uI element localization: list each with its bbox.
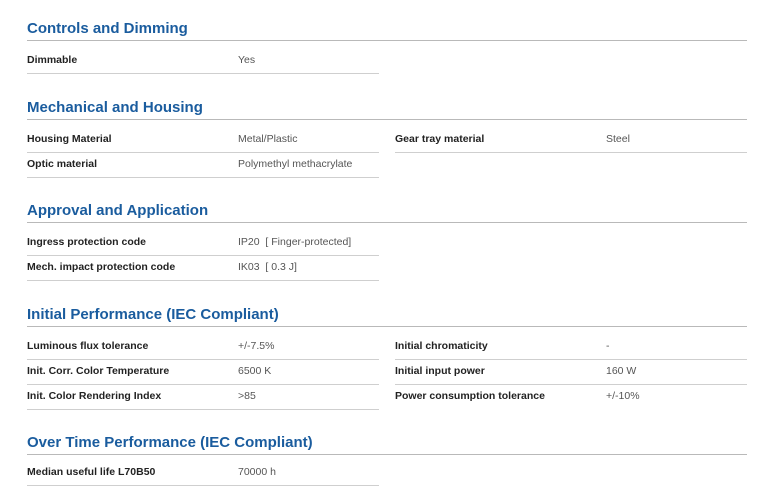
spec-value: IP20 [ Finger-protected] [238, 236, 352, 248]
spec-row: Luminous flux tolerance +/-7.5% [27, 334, 379, 360]
spec-label: Housing Material [27, 133, 112, 145]
section-title: Approval and Application [27, 202, 209, 219]
spec-value: Yes [238, 54, 256, 66]
spec-label: Luminous flux tolerance [27, 340, 149, 352]
spec-label: Ingress protection code [27, 236, 147, 248]
spec-label: Initial chromaticity [395, 340, 488, 352]
section-title: Mechanical and Housing [27, 99, 203, 116]
section-title: Initial Performance (IEC Compliant) [27, 306, 279, 323]
spec-row: Dimmable Yes [27, 48, 379, 74]
spec-row: Init. Color Rendering Index >85 [27, 384, 379, 410]
spec-label: Power consumption tolerance [395, 390, 545, 402]
spec-row: Optic material Polymethyl methacrylate [27, 152, 379, 178]
spec-value: Polymethyl methacrylate [238, 158, 353, 170]
section-initial-performance: Initial Performance (IEC Compliant) Lumi… [27, 304, 747, 410]
spec-value: - [606, 340, 610, 352]
section-title: Controls and Dimming [27, 20, 188, 37]
section-mechanical-housing: Mechanical and Housing Housing Material … [27, 97, 747, 178]
spec-row: Median useful life L70B50 70000 h [27, 460, 379, 486]
section-over-time-performance: Over Time Performance (IEC Compliant) Me… [27, 432, 747, 486]
section-title: Over Time Performance (IEC Compliant) [27, 434, 313, 451]
spec-row: Initial chromaticity - [395, 334, 747, 360]
spec-value: 160 W [606, 365, 637, 377]
spec-label: Dimmable [27, 54, 78, 66]
spec-value: +/-10% [606, 390, 640, 402]
spec-value: 6500 K [238, 365, 272, 377]
spec-label: Init. Color Rendering Index [27, 390, 162, 402]
section-approval-application: Approval and Application Ingress protect… [27, 200, 747, 281]
spec-value: Steel [606, 133, 630, 145]
section-divider [27, 222, 747, 223]
spec-row: Housing Material Metal/Plastic [27, 127, 379, 153]
spec-label: Optic material [27, 158, 98, 170]
spec-value: 70000 h [238, 466, 276, 478]
spec-row: Ingress protection code IP20 [ Finger-pr… [27, 230, 379, 256]
section-divider [27, 326, 747, 327]
spec-row: Power consumption tolerance +/-10% [395, 384, 747, 409]
spec-row: Initial input power 160 W [395, 359, 747, 385]
spec-row: Mech. impact protection code IK03 [ 0.3 … [27, 255, 379, 281]
section-controls-dimming: Controls and Dimming Dimmable Yes [27, 18, 747, 74]
spec-row: Init. Corr. Color Temperature 6500 K [27, 359, 379, 385]
section-divider [27, 40, 747, 41]
section-divider [27, 119, 747, 120]
section-divider [27, 454, 747, 455]
spec-value: Metal/Plastic [238, 133, 298, 145]
spec-label: Init. Corr. Color Temperature [27, 365, 170, 377]
spec-row: Gear tray material Steel [395, 127, 747, 153]
spec-label: Initial input power [395, 365, 485, 377]
spec-label: Median useful life L70B50 [27, 466, 156, 478]
spec-label: Mech. impact protection code [27, 261, 176, 273]
spec-value: IK03 [ 0.3 J] [238, 261, 297, 273]
spec-value: +/-7.5% [238, 340, 275, 352]
spec-value: >85 [238, 390, 256, 402]
spec-label: Gear tray material [395, 133, 485, 145]
